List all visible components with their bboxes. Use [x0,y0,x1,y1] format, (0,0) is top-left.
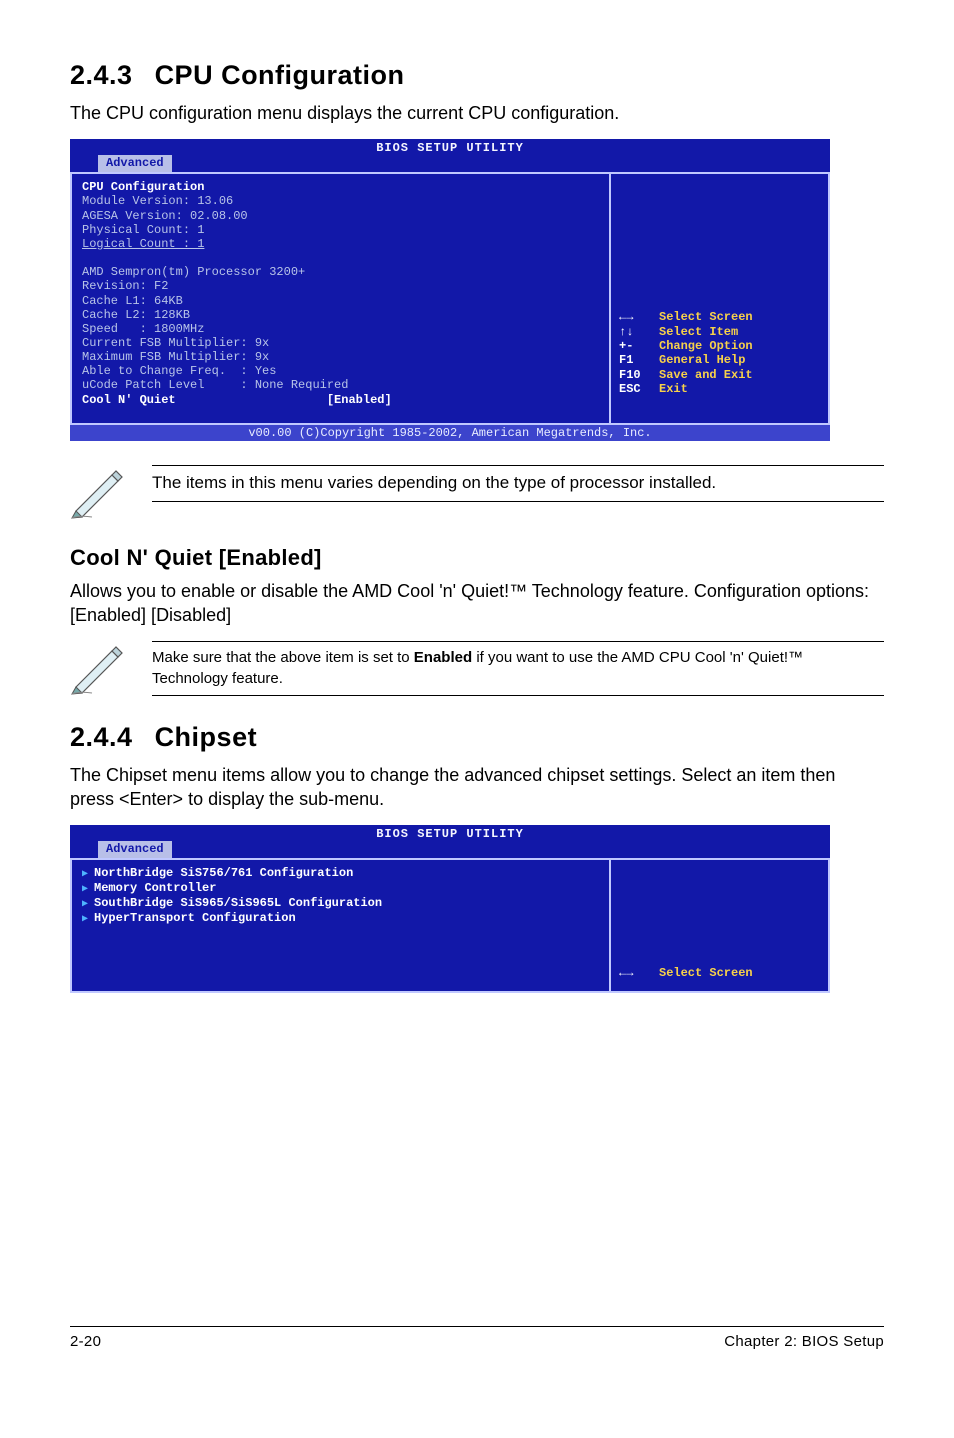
bios-title: BIOS SETUP UTILITY [70,139,830,155]
bios-info-line: Module Version: 13.06 [82,194,599,208]
help-key: ←→ [619,966,659,980]
bios-info-line: Physical Count: 1 [82,223,599,237]
help-row: ESCExit [619,382,820,396]
help-key: F1 [619,353,659,367]
bios-info-line: uCode Patch Level : None Required [82,378,599,392]
heading-cool-n-quiet: Cool N' Quiet [Enabled] [70,545,884,571]
bios-panel-chipset: BIOS SETUP UTILITY Advanced NorthBridge … [70,825,830,992]
help-row: ←→Select Screen [619,966,820,980]
bios-info-line: Logical Count : 1 [82,237,599,251]
page-footer: 2-20 Chapter 2: BIOS Setup [70,1326,884,1350]
option-value: [Enabled] [327,393,392,407]
help-key: +- [619,339,659,353]
bios-info-line: AMD Sempron(tm) Processor 3200+ [82,265,599,279]
help-row: F1General Help [619,353,820,367]
help-key: F10 [619,368,659,382]
bios-info-line: Speed : 1800MHz [82,322,599,336]
help-row: +-Change Option [619,339,820,353]
option-label: Cool N' Quiet [82,393,176,407]
note-text: The items in this menu varies depending … [152,466,884,501]
submenu-item[interactable]: HyperTransport Configuration [82,911,599,926]
bios-info-line: Maximum FSB Multiplier: 9x [82,350,599,364]
bios-left-pane: NorthBridge SiS756/761 Configuration Mem… [70,858,610,992]
note2-bold: Enabled [414,649,472,666]
bios-panel-cpu-config: BIOS SETUP UTILITY Advanced CPU Configur… [70,139,830,441]
help-row: F10Save and Exit [619,368,820,382]
bios-right-pane: ←→Select Screen ↑↓Select Item +-Change O… [610,172,830,425]
heading-title: CPU Configuration [155,60,405,90]
help-desc: Select Screen [659,310,753,324]
help-desc: Save and Exit [659,368,753,382]
bios-copyright: v00.00 (C)Copyright 1985-2002, American … [70,425,830,441]
submenu-item[interactable]: NorthBridge SiS756/761 Configuration [82,866,599,881]
bios-info-line: Revision: F2 [82,279,599,293]
bios-tab-advanced[interactable]: Advanced [98,155,172,172]
submenu-label: HyperTransport Configuration [94,911,296,925]
bios-info-line: Current FSB Multiplier: 9x [82,336,599,350]
pencil-icon [70,641,128,695]
bios-help-block: ←→Select Screen ↑↓Select Item +-Change O… [619,310,820,396]
help-row: ←→Select Screen [619,310,820,324]
bios-left-pane: CPU Configuration Module Version: 13.06 … [70,172,610,425]
help-desc: Change Option [659,339,753,353]
heading-2-4-3: 2.4.3 CPU Configuration [70,60,884,91]
intro-2-4-4: The Chipset menu items allow you to chan… [70,763,884,812]
help-key: ←→ [619,310,659,324]
note-text: Make sure that the above item is set to … [152,642,884,695]
bios-info-line: AGESA Version: 02.08.00 [82,209,599,223]
bios-info-line: Cache L1: 64KB [82,294,599,308]
help-desc: Select Item [659,325,738,339]
bios-info-line: Able to Change Freq. : Yes [82,364,599,378]
heading-title: Chipset [155,722,258,752]
help-key: ESC [619,382,659,396]
submenu-item[interactable]: SouthBridge SiS965/SiS965L Configuration [82,896,599,911]
note-block: Make sure that the above item is set to … [70,641,884,696]
help-key: ↑↓ [619,325,659,339]
submenu-label: SouthBridge SiS965/SiS965L Configuration [94,896,382,910]
help-desc: Select Screen [659,966,753,980]
help-row: ↑↓Select Item [619,325,820,339]
bios-info-line: Cache L2: 128KB [82,308,599,322]
heading-number: 2.4.3 [70,60,133,90]
heading-2-4-4: 2.4.4 Chipset [70,722,884,753]
bios-option-row[interactable]: Cool N' Quiet [Enabled] [82,393,599,407]
page-number: 2-20 [70,1333,101,1350]
intro-2-4-3: The CPU configuration menu displays the … [70,101,884,125]
bios-help-block: ←→Select Screen [619,966,820,980]
heading-number: 2.4.4 [70,722,133,752]
cpu-config-title: CPU Configuration [82,180,599,194]
bios-tab-advanced[interactable]: Advanced [98,841,172,858]
help-desc: Exit [659,382,688,396]
submenu-label: Memory Controller [94,881,216,895]
submenu-label: NorthBridge SiS756/761 Configuration [94,866,353,880]
cool-n-quiet-body: Allows you to enable or disable the AMD … [70,579,884,628]
bios-right-pane: ←→Select Screen [610,858,830,992]
bios-tab-row: Advanced [70,155,830,172]
bios-title: BIOS SETUP UTILITY [70,825,830,841]
help-desc: General Help [659,353,745,367]
submenu-item[interactable]: Memory Controller [82,881,599,896]
note-block: The items in this menu varies depending … [70,465,884,519]
bios-blank [82,251,599,265]
chapter-label: Chapter 2: BIOS Setup [724,1333,884,1350]
bios-tab-row: Advanced [70,841,830,858]
pencil-icon [70,465,128,519]
note2-pre: Make sure that the above item is set to [152,649,414,666]
